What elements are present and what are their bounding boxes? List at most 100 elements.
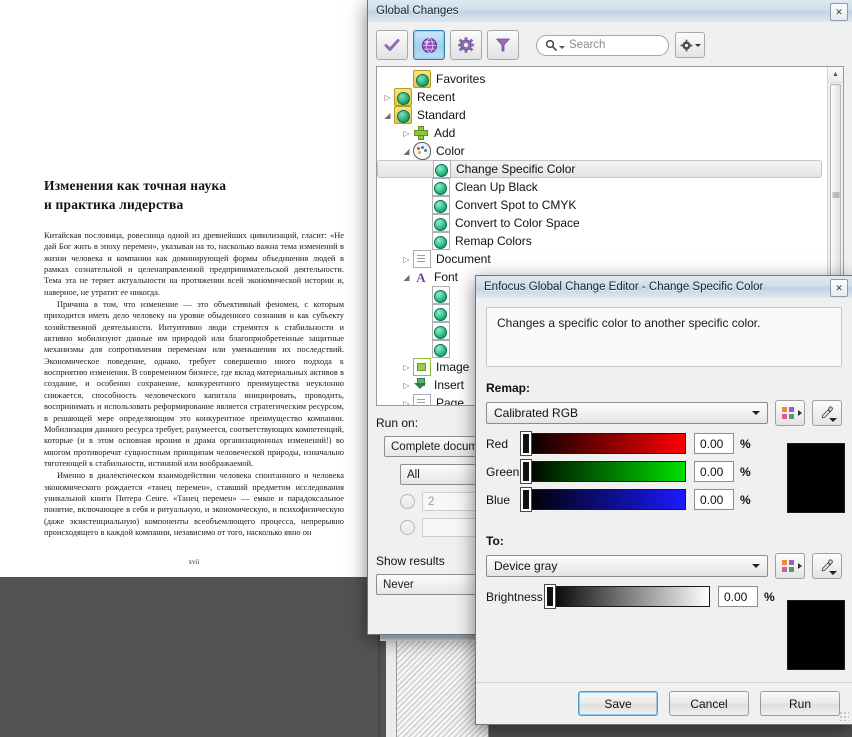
to-eyedropper-button[interactable] [812, 553, 842, 579]
global-changes-titlebar[interactable]: Global Changes ✕ [368, 0, 852, 23]
slider-thumb[interactable] [545, 585, 555, 608]
remap-colorspace-select[interactable]: Calibrated RGB [486, 402, 768, 424]
doc-globe-icon [432, 214, 450, 232]
channel-label: Brightness [486, 589, 543, 604]
expand-arrow-open-icon[interactable]: ◢ [381, 109, 394, 122]
resize-grip-icon[interactable] [839, 711, 849, 721]
background-document-page: Изменения как точная наука и практика ли… [0, 0, 368, 577]
expand-arrow-open-icon[interactable]: ◢ [400, 145, 413, 158]
tree-item-standard[interactable]: ◢ Standard [377, 106, 828, 124]
gear-icon [458, 37, 474, 53]
run-button[interactable]: Run [760, 691, 840, 716]
tree-item-label: Font [434, 270, 459, 284]
toolbar-options-button[interactable] [675, 32, 705, 58]
tree-item-color[interactable]: ◢ Color [377, 142, 828, 160]
scrollbar-thumb[interactable] [830, 84, 841, 306]
tree-item-convert-spot-to-cmyk[interactable]: Convert Spot to CMYK [377, 196, 828, 214]
document-paragraph: Именно в диалектическом взаимодействии ч… [44, 471, 344, 537]
gear-icon-button[interactable] [450, 30, 482, 60]
filter-icon-button[interactable] [487, 30, 519, 60]
close-icon[interactable]: ✕ [830, 3, 848, 21]
channel-slider-green[interactable] [521, 460, 686, 483]
expand-arrow-closed-icon[interactable]: ▷ [400, 253, 413, 266]
tree-item-document[interactable]: ▷ Document [377, 250, 828, 268]
chevron-down-icon [752, 411, 760, 415]
doc-globe-icon [432, 232, 450, 250]
run-on-radio-1[interactable] [400, 494, 415, 509]
tree-item-label: Favorites [436, 72, 486, 86]
globe-icon [421, 37, 437, 53]
remap-eyedropper-button[interactable] [812, 400, 842, 426]
editor-title: Enfocus Global Change Editor - Change Sp… [484, 281, 764, 293]
doc-globe-icon [432, 322, 450, 340]
tree-item-favorites[interactable]: Favorites [377, 70, 828, 88]
slider-thumb[interactable] [521, 488, 531, 511]
tree-item-label: Color [436, 144, 465, 158]
chevron-down-icon [829, 418, 837, 422]
search-icon [545, 39, 557, 51]
to-colorspace-row: Device gray [486, 553, 842, 579]
channel-slider-brightness[interactable] [545, 585, 710, 608]
close-icon[interactable]: ✕ [830, 279, 848, 297]
run-on-pages-value: All [407, 468, 420, 481]
slider-thumb[interactable] [521, 432, 531, 455]
channel-slider-red[interactable] [521, 432, 686, 455]
to-palette-button[interactable] [775, 553, 805, 579]
tree-item-label: Page [436, 396, 465, 405]
search-input[interactable]: Search [536, 34, 669, 56]
tree-item-label: Clean Up Black [455, 180, 538, 194]
chevron-down-icon[interactable] [694, 43, 701, 47]
expand-arrow-open-icon[interactable]: ◢ [400, 271, 413, 284]
to-color-preview [787, 600, 845, 670]
expand-arrow-closed-icon[interactable]: ▷ [400, 127, 413, 140]
channel-label: Blue [486, 492, 511, 507]
percent-sign: % [740, 492, 751, 507]
document-paragraph: Причина в том, что изменение — это объек… [44, 300, 344, 468]
editor-titlebar[interactable]: Enfocus Global Change Editor - Change Sp… [476, 276, 852, 299]
tree-item-clean-up-black[interactable]: Clean Up Black [377, 178, 828, 196]
slider-thumb[interactable] [521, 460, 531, 483]
font-a-icon: A [416, 269, 426, 285]
cancel-button[interactable]: Cancel [669, 691, 749, 716]
channel-value-input-green[interactable]: 0.00 [694, 461, 734, 482]
channel-value-input-brightness[interactable]: 0.00 [718, 586, 758, 607]
expand-arrow-closed-icon[interactable]: ▷ [381, 91, 394, 104]
document-title: Изменения как точная наука и практика ли… [44, 176, 344, 214]
channel-value-input-red[interactable]: 0.00 [694, 433, 734, 454]
tree-item-convert-to-color-space[interactable]: Convert to Color Space [377, 214, 828, 232]
chevron-down-icon [752, 564, 760, 568]
color-palette-icon [782, 407, 798, 419]
document-paragraph: Китайская пословица, ровесница одной из … [44, 231, 344, 297]
tree-item-recent[interactable]: ▷ Recent [377, 88, 828, 106]
page-shadow-edge [378, 632, 381, 737]
percent-sign: % [764, 589, 775, 604]
run-on-radio-2[interactable] [400, 520, 415, 535]
search-placeholder: Search [569, 39, 606, 51]
tree-item-remap-colors[interactable]: Remap Colors [377, 232, 828, 250]
save-button[interactable]: Save [578, 691, 658, 716]
to-colorspace-select[interactable]: Device gray [486, 555, 768, 577]
editor-description: Changes a specific color to another spec… [486, 307, 842, 367]
expand-arrow-closed-icon[interactable]: ▷ [400, 361, 413, 374]
scroll-up-icon[interactable]: ▲ [828, 67, 843, 83]
tree-item-change-specific-color[interactable]: Change Specific Color [377, 160, 822, 178]
globe-icon-button[interactable] [413, 30, 445, 60]
remap-palette-button[interactable] [775, 400, 805, 426]
channel-value-input-blue[interactable]: 0.00 [694, 489, 734, 510]
tree-item-label: Image [436, 360, 470, 374]
tree-item-add[interactable]: ▷ Add [377, 124, 828, 142]
channel-slider-blue[interactable] [521, 488, 686, 511]
chevron-down-icon[interactable] [559, 45, 565, 49]
page-icon [413, 394, 431, 405]
check-icon-button[interactable] [376, 30, 408, 60]
expand-arrow-closed-icon[interactable]: ▷ [400, 397, 413, 406]
remap-section-label: Remap: [486, 381, 531, 395]
expand-arrow-closed-icon[interactable]: ▷ [400, 379, 413, 392]
scrollbar-grip-icon [832, 192, 839, 198]
